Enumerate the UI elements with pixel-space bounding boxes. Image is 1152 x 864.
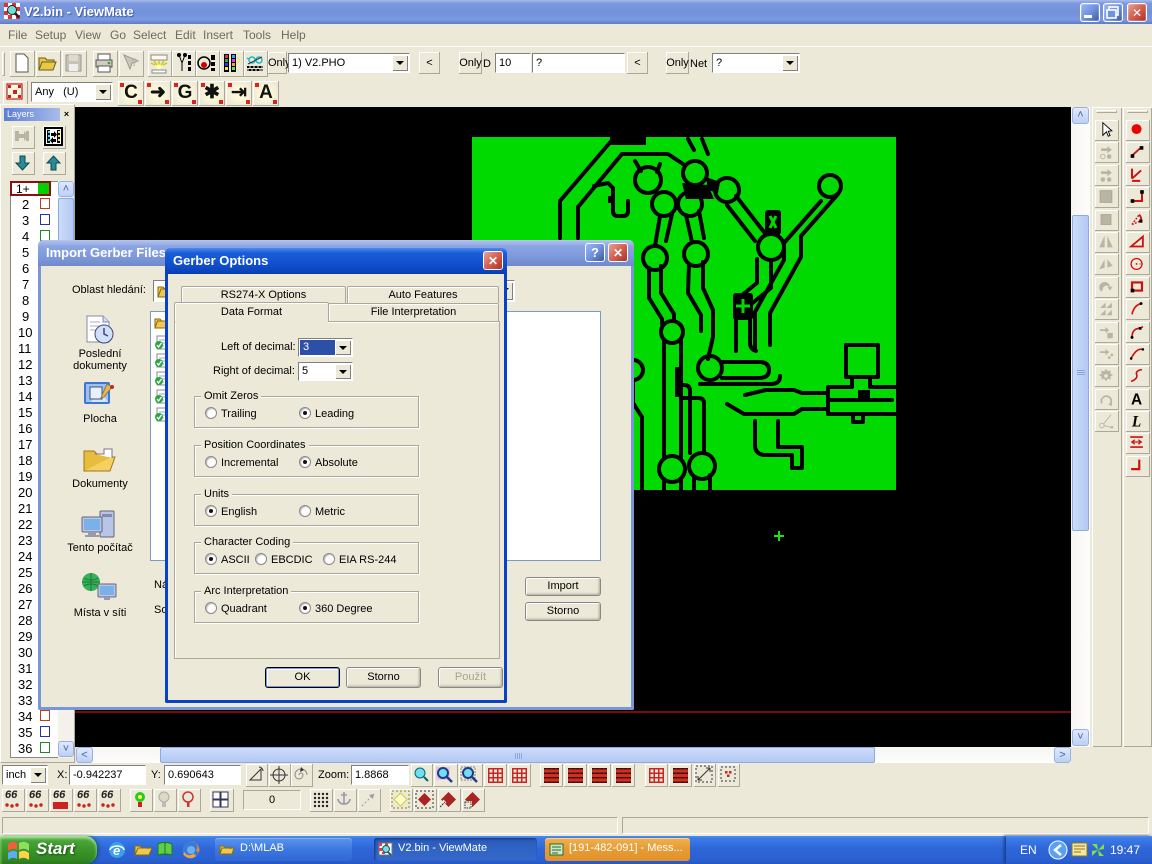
svg-text:e: e [113, 843, 120, 858]
svg-text:A: A [1131, 391, 1142, 408]
svg-text:?: ? [131, 57, 138, 69]
svg-text:L: L [1131, 413, 1141, 430]
